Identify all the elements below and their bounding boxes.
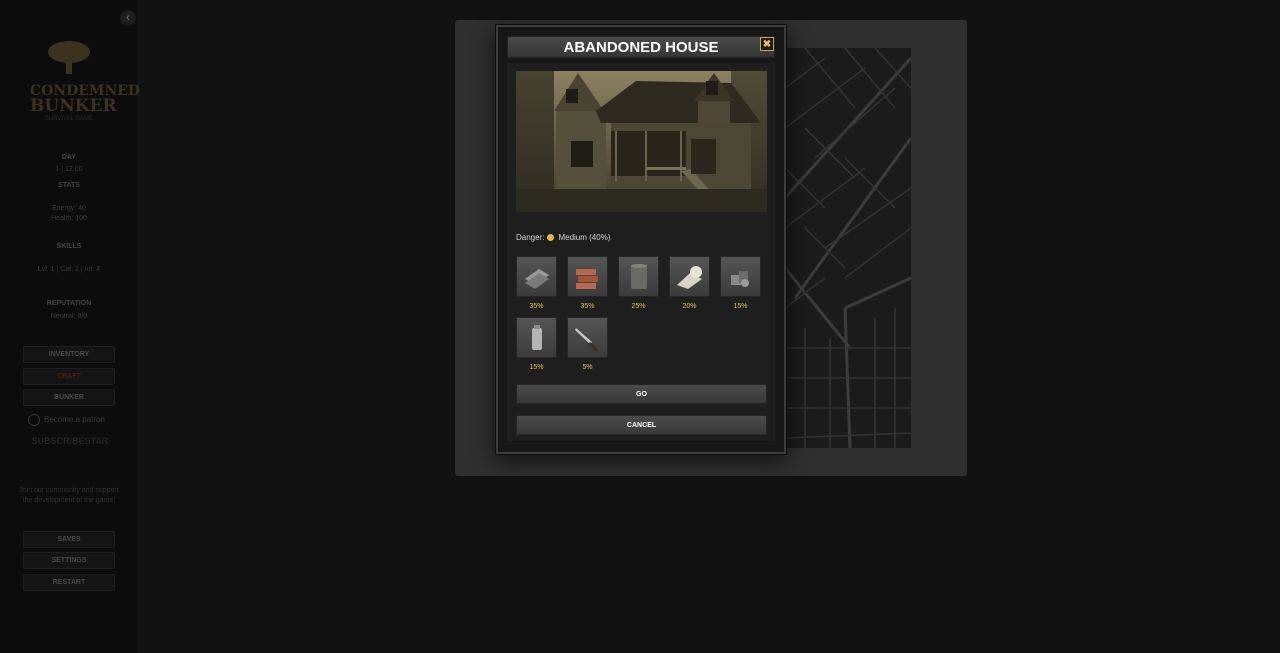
danger-indicator: Danger: Medium (40%) — [516, 233, 610, 242]
loot-item-cloth[interactable] — [669, 256, 710, 297]
dialog-body: Danger: Medium (40%) 35% 35% 25% 20% 15%… — [507, 63, 775, 441]
loot-item-metal-sheets[interactable] — [516, 256, 557, 297]
loot-chance: 35% — [580, 303, 595, 310]
knife-icon — [575, 328, 599, 352]
reputation-label: REPUTATION — [46, 300, 92, 307]
scrap-pile-icon — [731, 271, 749, 287]
energy-stat: Energy: 40 — [52, 205, 86, 212]
loot-chance: 25% — [631, 303, 646, 310]
skills-values: Lvl: 1 | Cat: 2 | Int: 4 — [37, 266, 101, 273]
loot-chance: 15% — [733, 303, 748, 310]
day-label: DAY — [61, 154, 77, 161]
collapse-sidebar-button[interactable]: ‹ — [120, 10, 136, 26]
battery-icon — [532, 325, 542, 350]
barrel-icon — [631, 264, 647, 289]
stats-label: STATS — [58, 182, 80, 189]
loot-chance: 5% — [582, 364, 593, 371]
cloth-roll-icon — [677, 266, 702, 289]
loot-item-knife[interactable] — [567, 317, 608, 358]
patron-text: Become a patron — [44, 415, 105, 425]
settings-button[interactable]: SETTINGS — [23, 552, 115, 569]
close-icon[interactable]: ✖ — [760, 37, 774, 51]
loot-chance: 15% — [529, 364, 544, 371]
loot-item-barrel[interactable] — [618, 256, 659, 297]
loot-item-battery[interactable] — [516, 317, 557, 358]
cancel-button[interactable]: CANCEL — [516, 415, 767, 435]
day-value: 1 | 12:00 — [55, 166, 83, 173]
logo-line2: BUNKER — [30, 96, 117, 116]
bunker-button[interactable]: BUNKER — [23, 389, 115, 406]
bricks-icon — [576, 269, 598, 289]
danger-dot-icon — [547, 233, 555, 241]
dialog-title: ABANDONED HOUSE — [507, 36, 775, 58]
reputation-value: Neutral: 0/0 — [50, 313, 88, 320]
loot-item-bricks[interactable] — [567, 256, 608, 297]
tree-logo-icon — [48, 41, 90, 74]
city-map[interactable] — [785, 48, 911, 448]
danger-label: Danger: — [516, 233, 545, 242]
location-dialog: ABANDONED HOUSE ✖ Danger: Medium (40%) 3… — [496, 25, 786, 454]
patron-link[interactable]: Become a patron — [28, 414, 105, 426]
craft-button[interactable]: CRAFT — [23, 368, 115, 385]
abandoned-house-image — [516, 71, 767, 212]
street-grid — [785, 48, 911, 448]
inventory-button[interactable]: INVENTORY — [23, 346, 115, 363]
danger-value: Medium (40%) — [558, 233, 611, 242]
metal-sheets-icon — [525, 269, 549, 289]
game-logo: CONDEMNED BUNKER SURVIVAL GAME — [30, 40, 140, 130]
go-button[interactable]: GO — [516, 384, 767, 404]
community-note: Join our community and support the devel… — [19, 487, 119, 504]
loot-chance: 20% — [682, 303, 697, 310]
loot-chance: 35% — [529, 303, 544, 310]
logo-tagline: SURVIVAL GAME — [44, 116, 94, 122]
loot-item-scrap[interactable] — [720, 256, 761, 297]
patreon-icon — [28, 414, 40, 426]
saves-button[interactable]: SAVES — [23, 531, 115, 548]
health-stat: Health: 100 — [51, 215, 87, 222]
sidebar: ‹ CONDEMNED BUNKER SURVIVAL GAME DAY 1 |… — [0, 0, 140, 653]
subscribestar-link[interactable]: SUBSCRIBESTAR — [25, 436, 115, 464]
restart-button[interactable]: RESTART — [23, 574, 115, 591]
skills-label: SKILLS — [56, 243, 82, 250]
